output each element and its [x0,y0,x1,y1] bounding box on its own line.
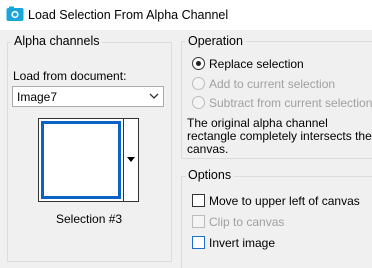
selection-dropdown-button[interactable] [124,118,139,202]
options-legend: Options [185,168,235,182]
load-from-document-label: Load from document: [13,69,127,83]
document-select-value: Image7 [17,90,58,104]
clip-to-canvas-label[interactable]: Clip to canvas [209,215,284,229]
intersection-message-line-3: canvas. [187,142,229,156]
intersection-message-line-1: The original alpha channel [187,116,328,130]
radio-add-to-selection[interactable] [192,77,205,90]
checkbox-move-to-upper-left[interactable] [192,194,205,207]
document-select[interactable]: Image7 [12,86,164,107]
window-title: Load Selection From Alpha Channel [28,8,229,22]
selection-name: Selection #3 [56,212,123,226]
radio-replace-selection[interactable] [192,57,205,70]
alpha-channels-legend: Alpha channels [11,34,103,48]
replace-selection-label[interactable]: Replace selection [209,57,304,71]
operation-legend: Operation [185,34,246,48]
caret-down-icon [127,157,135,162]
radio-selected-dot [196,61,201,66]
checkbox-invert-image[interactable] [192,236,205,249]
add-to-selection-label[interactable]: Add to current selection [209,77,335,91]
intersection-message-line-2: rectangle completely intersects the [187,129,372,143]
checkbox-clip-to-canvas[interactable] [192,215,205,228]
title-bar: Load Selection From Alpha Channel [0,0,372,30]
paintshop-app-icon [6,6,24,21]
chevron-down-icon [149,93,159,99]
move-to-upper-left-label[interactable]: Move to upper left of canvas [209,194,360,208]
selection-thumbnail[interactable] [38,118,124,202]
invert-image-label[interactable]: Invert image [209,236,275,250]
selection-thumbnail-preview [41,121,121,199]
radio-subtract-from-selection[interactable] [192,96,205,109]
subtract-from-selection-label[interactable]: Subtract from current selection [209,96,372,110]
